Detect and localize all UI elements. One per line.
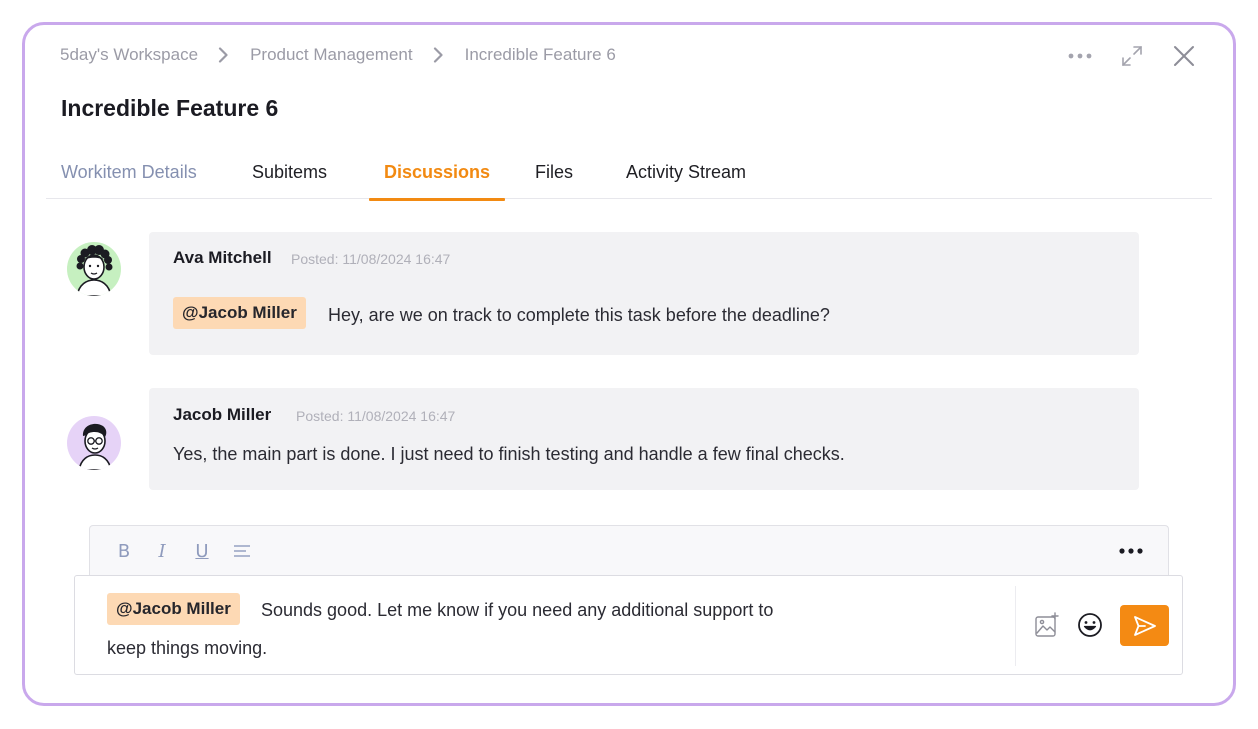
avatar (67, 416, 121, 470)
more-horizontal-icon[interactable] (1065, 41, 1095, 71)
send-button[interactable] (1120, 605, 1169, 646)
workitem-panel: 5day's Workspace Product Management Incr… (22, 22, 1236, 706)
align-left-icon[interactable] (232, 540, 252, 562)
tab-files[interactable]: Files (535, 162, 573, 199)
message-timestamp: Posted: 11/08/2024 16:47 (296, 408, 456, 424)
italic-button[interactable]: I (152, 540, 172, 562)
tab-workitem-details[interactable]: Workitem Details (61, 162, 197, 199)
breadcrumb: 5day's Workspace Product Management Incr… (60, 45, 616, 65)
composer-text-line-2[interactable]: keep things moving. (107, 638, 267, 659)
message-text: Yes, the main part is done. I just need … (173, 444, 845, 464)
add-image-icon[interactable] (1032, 610, 1062, 640)
tab-bar: Workitem Details Subitems Discussions Fi… (46, 157, 1212, 201)
window-actions (1065, 41, 1199, 71)
message-author[interactable]: Ava Mitchell (173, 248, 272, 268)
message-author[interactable]: Jacob Miller (173, 405, 271, 425)
message-composer[interactable]: @Jacob Miller Sounds good. Let me know i… (74, 575, 1183, 675)
expand-icon[interactable] (1117, 41, 1147, 71)
tab-activity-stream[interactable]: Activity Stream (626, 162, 746, 199)
message-text: Hey, are we on track to complete this ta… (328, 305, 830, 325)
bold-button[interactable]: B (114, 540, 134, 562)
tab-discussions[interactable]: Discussions (368, 162, 506, 201)
editor-toolbar: B I U (89, 525, 1169, 577)
user-avatar-icon (76, 245, 113, 296)
user-avatar-icon (78, 423, 112, 470)
chevron-right-icon (433, 47, 444, 63)
more-horizontal-icon[interactable] (1117, 540, 1145, 562)
emoji-icon[interactable] (1075, 610, 1105, 640)
send-icon (1133, 615, 1157, 637)
mention-tag[interactable]: @Jacob Miller (173, 297, 306, 329)
message-bubble: Ava Mitchell Posted: 11/08/2024 16:47 @J… (149, 232, 1139, 355)
composer-text-line-1[interactable]: Sounds good. Let me know if you need any… (261, 600, 773, 621)
page-title: Incredible Feature 6 (61, 95, 279, 121)
tab-subitems[interactable]: Subitems (252, 162, 327, 199)
close-icon[interactable] (1169, 41, 1199, 71)
underline-button[interactable]: U (192, 540, 212, 562)
message-bubble: Jacob Miller Posted: 11/08/2024 16:47 Ye… (149, 388, 1139, 490)
avatar (67, 242, 121, 296)
breadcrumb-current: Incredible Feature 6 (464, 45, 616, 64)
composer-divider (1015, 586, 1016, 666)
breadcrumb-workspace[interactable]: 5day's Workspace (60, 45, 198, 65)
chevron-right-icon (218, 47, 229, 63)
message-timestamp: Posted: 11/08/2024 16:47 (291, 251, 451, 267)
breadcrumb-project[interactable]: Product Management (250, 45, 413, 65)
mention-tag[interactable]: @Jacob Miller (107, 593, 240, 625)
